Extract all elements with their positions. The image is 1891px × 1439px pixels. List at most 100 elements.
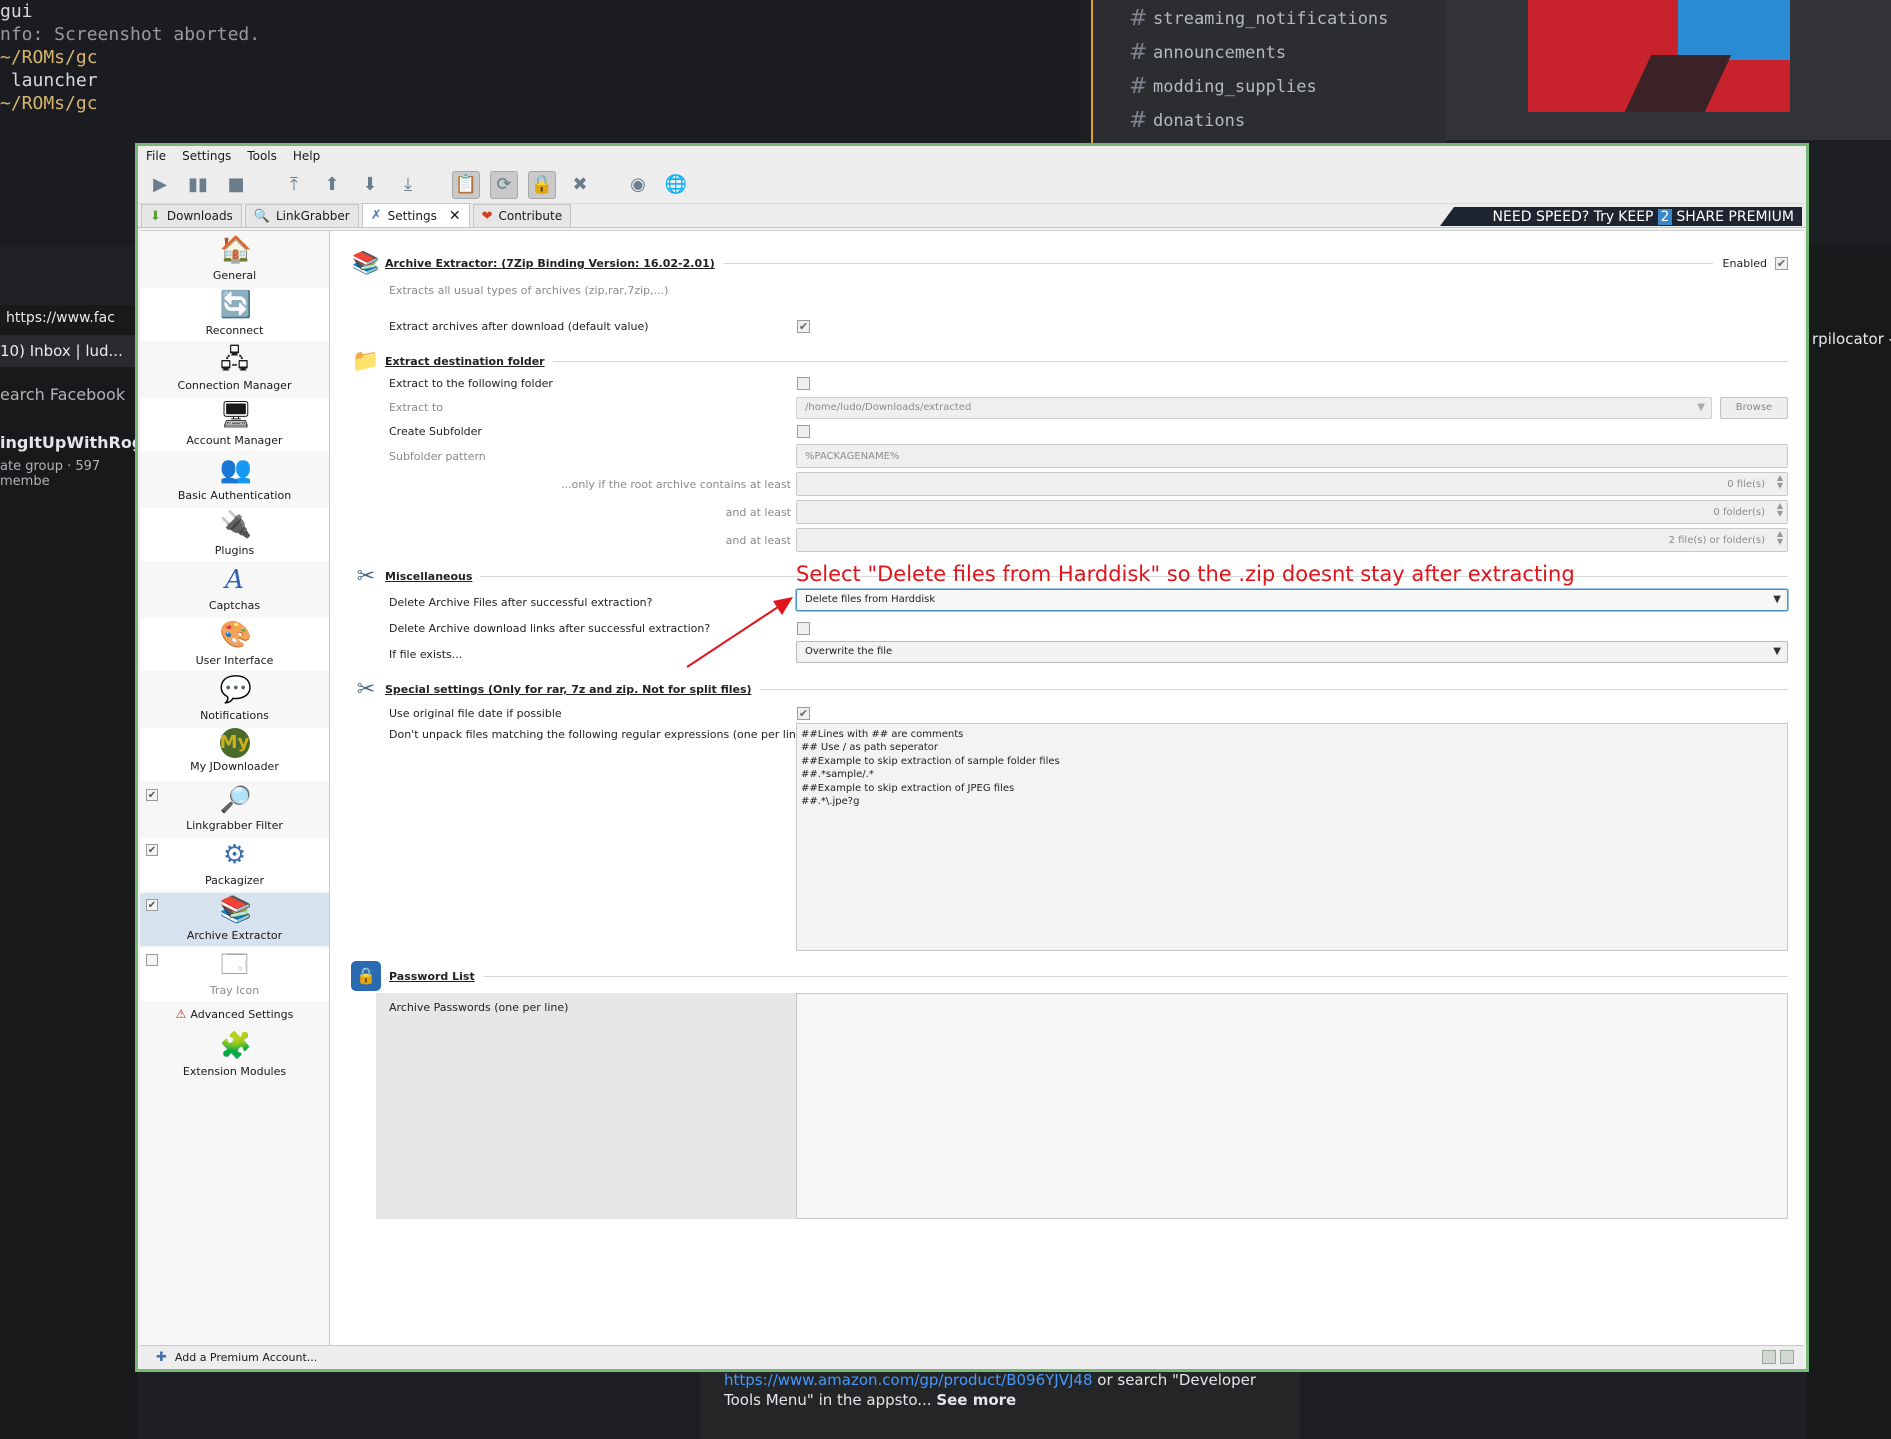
- sidebar-item-archive-extractor[interactable]: ✔ 📚 Archive Extractor: [140, 893, 329, 946]
- sidebar-item-connection-manager[interactable]: 🖧 Connection Manager: [140, 343, 329, 396]
- address-bar[interactable]: https://www.fac: [0, 300, 138, 336]
- extract-to-dropdown[interactable]: /home/ludo/Downloads/extracted ▼: [796, 397, 1712, 419]
- extract-after-download-checkbox[interactable]: ✔: [797, 320, 810, 333]
- tab-settings[interactable]: ✗ Settings ✕: [361, 203, 470, 227]
- sidebar-item-general[interactable]: 🏠 General: [140, 233, 329, 286]
- sidebar-item-notifications[interactable]: 💬 Notifications: [140, 673, 329, 726]
- menu-file[interactable]: File: [146, 149, 166, 163]
- pause-icon[interactable]: ▮▮: [184, 171, 212, 199]
- settings-sidebar: 🏠 General 🔄 Reconnect 🖧 Connection Manager …: [140, 231, 330, 1345]
- clean-up-icon[interactable]: ✖: [566, 171, 594, 199]
- group-meta: ate group · 597 membe: [0, 459, 101, 489]
- hash-icon: #: [1129, 74, 1148, 99]
- extension-checkbox[interactable]: ✔: [146, 844, 158, 856]
- settings-panel: 🏠 General 🔄 Reconnect 🖧 Connection Manager …: [140, 230, 1804, 1345]
- move-down-icon[interactable]: ⬇: [356, 171, 384, 199]
- regex-textarea[interactable]: ##Lines with ## are comments ## Use / as…: [796, 723, 1788, 951]
- channel-modding-supplies[interactable]: # modding_supplies: [1093, 70, 1446, 104]
- terminal-line: launcher: [0, 70, 98, 91]
- update-icon[interactable]: 🌐: [662, 171, 690, 199]
- extension-checkbox[interactable]: ✔: [146, 899, 158, 911]
- sidebar-item-packagizer[interactable]: ✔ ⚙ Packagizer: [140, 838, 329, 891]
- filter-icon: 🔎: [219, 785, 252, 815]
- chevron-down-icon: ▼: [1773, 646, 1781, 657]
- tab-downloads[interactable]: ⬇ Downloads: [141, 204, 242, 227]
- menu-tools[interactable]: Tools: [247, 149, 277, 163]
- section-description: Extracts all usual types of archives (zi…: [389, 284, 669, 297]
- settings-icon: ✗: [370, 208, 382, 223]
- sidebar-item-tray-icon[interactable]: 🗔 Tray Icon: [140, 948, 329, 1001]
- warning-icon: ⚠: [175, 1007, 187, 1021]
- archive-icon: 📚: [352, 251, 380, 276]
- tab-linkgrabber[interactable]: 🔍 LinkGrabber: [244, 204, 359, 227]
- sidebar-item-account-manager[interactable]: 🖥 Account Manager: [140, 398, 329, 451]
- channel-streaming-notifications[interactable]: # streaming_notifications: [1093, 2, 1446, 36]
- browse-button[interactable]: Browse: [1720, 397, 1788, 419]
- extract-to-folder-checkbox[interactable]: [797, 377, 810, 390]
- sidebar-item-basic-authentication[interactable]: 👥 Basic Authentication: [140, 453, 329, 506]
- spinner-arrows-icon[interactable]: ▲ ▼: [1777, 502, 1783, 518]
- spinner-arrows-icon[interactable]: ▲ ▼: [1777, 474, 1783, 490]
- min-files-or-folders-spinner[interactable]: 2 file(s) or folder(s) ▲ ▼: [796, 528, 1788, 552]
- users-icon: 👥: [219, 455, 252, 485]
- sidebar-item-advanced-settings[interactable]: ⚠ Advanced Settings: [140, 1001, 329, 1027]
- extension-checkbox[interactable]: [146, 954, 158, 966]
- menu-help[interactable]: Help: [293, 149, 320, 163]
- speed-status-icon[interactable]: [1780, 1350, 1794, 1364]
- stop-icon[interactable]: ■: [222, 171, 250, 199]
- play-icon[interactable]: ▶: [146, 171, 174, 199]
- sidebar-item-captchas[interactable]: A Captchas: [140, 563, 329, 616]
- and-at-least-label: and at least: [725, 534, 791, 547]
- if-file-exists-dropdown[interactable]: Overwrite the file ▼: [796, 641, 1788, 663]
- use-original-date-checkbox[interactable]: ✔: [797, 707, 810, 720]
- bookmark-inbox[interactable]: 10) Inbox | lud...: [0, 335, 138, 367]
- passwords-textarea[interactable]: [796, 993, 1788, 1219]
- close-tab-icon[interactable]: ✕: [449, 208, 461, 224]
- reconnect-toggle-icon[interactable]: ⟳: [490, 170, 518, 199]
- add-icon: ✚: [156, 1350, 167, 1365]
- status-icons: [1762, 1350, 1794, 1364]
- delete-archive-files-dropdown[interactable]: Delete files from Harddisk ▼: [796, 589, 1788, 611]
- sidebar-item-my-jdownloader[interactable]: My My JDownloader: [140, 728, 329, 781]
- photo-thumbnail[interactable]: [1528, 0, 1790, 112]
- section-title: Special settings (Only for rar, 7z and z…: [385, 683, 752, 696]
- subfolder-pattern-label: Subfolder pattern: [389, 450, 486, 463]
- premium-toggle-icon[interactable]: 🔒: [528, 170, 556, 199]
- premium-ad-banner[interactable]: NEED SPEED? Try KEEP 2 SHARE PREMIUM: [1440, 207, 1802, 226]
- enabled-checkbox[interactable]: ✔: [1775, 257, 1788, 270]
- tray-status-icon[interactable]: [1762, 1350, 1776, 1364]
- channel-announcements[interactable]: # announcements: [1093, 36, 1446, 70]
- tab-contribute[interactable]: ❤ Contribute: [472, 204, 572, 227]
- see-more-link[interactable]: See more: [936, 1391, 1016, 1409]
- min-files-spinner[interactable]: 0 file(s) ▲ ▼: [796, 472, 1788, 496]
- packagizer-icon: ⚙: [222, 840, 247, 870]
- bookmark-rpilocator[interactable]: rpilocator -: [1812, 330, 1891, 348]
- add-premium-account-link[interactable]: Add a Premium Account...: [175, 1351, 317, 1364]
- myjd-icon: My: [219, 728, 250, 758]
- section-archive-extractor: 📚 Archive Extractor: (7Zip Binding Versi…: [351, 251, 1788, 276]
- terminal-line: ~/ROMs/gc: [0, 47, 98, 68]
- move-bottom-icon[interactable]: ⤓: [394, 171, 422, 199]
- extract-after-download-label: Extract archives after download (default…: [389, 320, 649, 333]
- subfolder-pattern-field[interactable]: %PACKAGENAME%: [796, 444, 1788, 468]
- sidebar-item-user-interface[interactable]: 🎨 User Interface: [140, 618, 329, 671]
- sidebar-item-linkgrabber-filter[interactable]: ✔ 🔎 Linkgrabber Filter: [140, 783, 329, 836]
- create-subfolder-checkbox[interactable]: [797, 425, 810, 438]
- channel-donations[interactable]: # donations: [1093, 104, 1446, 138]
- sidebar-item-extension-modules[interactable]: 🧩 Extension Modules: [140, 1029, 329, 1082]
- menu-settings[interactable]: Settings: [182, 149, 231, 163]
- facebook-search[interactable]: earch Facebook: [0, 375, 138, 415]
- tools-icon: ✂: [356, 564, 376, 589]
- move-top-icon[interactable]: ⤒: [280, 171, 308, 199]
- discord-channel-list: # streaming_notifications # announcements …: [1091, 0, 1446, 150]
- sidebar-item-plugins[interactable]: 🔌 Plugins: [140, 508, 329, 561]
- clipboard-icon[interactable]: 📋: [452, 170, 480, 199]
- reconnect-icon[interactable]: ◉: [624, 171, 652, 199]
- post-link[interactable]: https://www.amazon.com/gp/product/B096YJ…: [724, 1371, 1093, 1389]
- move-up-icon[interactable]: ⬆: [318, 171, 346, 199]
- sidebar-item-reconnect[interactable]: 🔄 Reconnect: [140, 288, 329, 341]
- min-folders-spinner[interactable]: 0 folder(s) ▲ ▼: [796, 500, 1788, 524]
- extension-checkbox[interactable]: ✔: [146, 789, 158, 801]
- spinner-arrows-icon[interactable]: ▲ ▼: [1777, 530, 1783, 546]
- download-icon: ⬇: [150, 208, 161, 224]
